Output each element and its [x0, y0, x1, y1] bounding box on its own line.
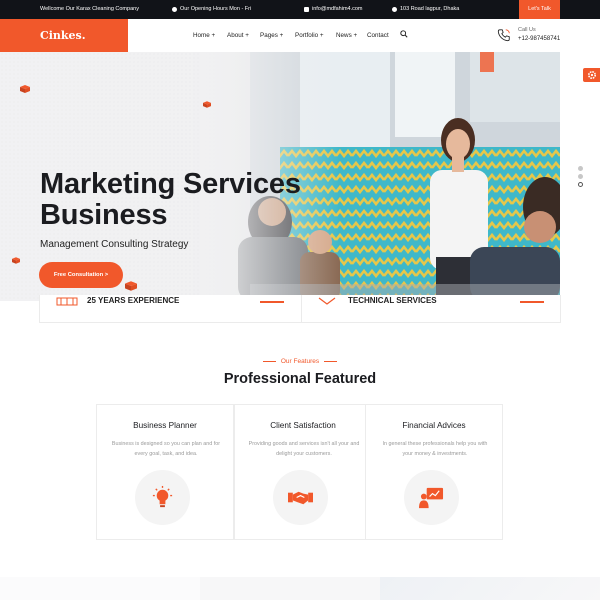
search-icon[interactable] — [400, 30, 408, 38]
free-consultation-button[interactable]: Free Consultation > — [39, 262, 123, 288]
card-text: Providing goods and services isn't all y… — [248, 441, 360, 457]
call-us[interactable]: Call Us +12-987458741 — [497, 26, 567, 46]
divider — [301, 295, 302, 323]
nav-portfolio[interactable]: Portfolio + — [295, 32, 324, 39]
header: Cinkes. Home + About + Pages + Portfolio… — [0, 19, 600, 52]
nav-about[interactable]: About + — [227, 32, 249, 39]
slider-dot[interactable] — [578, 166, 583, 171]
nav-home[interactable]: Home + — [193, 32, 215, 39]
lets-talk-button[interactable]: Let's Talk — [519, 0, 560, 19]
stats-strip: 25 YEARS EXPERIENCE TECHNICAL SERVICES — [39, 295, 561, 323]
nav-pages[interactable]: Pages + — [260, 32, 283, 39]
handshake-icon — [288, 491, 313, 505]
card-icon-circle — [404, 470, 459, 525]
feature-card-financial-advices[interactable]: Financial Advices In general these profe… — [365, 404, 503, 540]
mail-icon — [304, 6, 309, 12]
slider-dot-active[interactable] — [578, 182, 583, 187]
services-icon — [318, 297, 336, 305]
nav-news[interactable]: News + — [336, 32, 357, 39]
call-label: Call Us — [518, 27, 536, 33]
card-title: Financial Advices — [402, 421, 466, 430]
gear-icon — [588, 70, 597, 80]
slider-dot[interactable] — [578, 174, 583, 179]
cube-decoration — [20, 85, 30, 93]
hero-title: Marketing Services Business — [40, 169, 301, 231]
bottom-section-band — [0, 577, 600, 600]
bottom-band-right — [380, 577, 600, 600]
lightbulb-icon — [152, 485, 173, 508]
hero-title-line-2: Business — [40, 199, 168, 231]
hero-subtitle: Management Consulting Strategy — [40, 239, 189, 250]
bottom-band-left — [0, 577, 200, 600]
hero-banner: Marketing Services Business Management C… — [0, 52, 560, 301]
experience-icon — [56, 297, 78, 306]
logo[interactable]: Cinkes. — [0, 19, 128, 52]
card-text: Business is designed so you can plan and… — [111, 441, 221, 457]
location-icon — [392, 6, 397, 12]
features-title: Professional Featured — [223, 371, 377, 387]
top-bar: Wellcome Our Karax Cleaning Company Our … — [0, 0, 600, 19]
call-number: +12-987458741 — [518, 36, 561, 42]
nav-contact[interactable]: Contact — [367, 32, 389, 39]
cube-decoration — [125, 281, 137, 291]
welcome-text: Wellcome Our Karax Cleaning Company — [40, 6, 139, 12]
card-title: Client Satisfaction — [270, 421, 336, 430]
experience-text: 25 YEARS EXPERIENCE — [87, 296, 180, 305]
address-text: 103 Road lagpur, Dhaka — [392, 6, 459, 12]
feature-card-client-satisfaction[interactable]: Client Satisfaction Providing goods and … — [234, 404, 372, 540]
accent-bar — [520, 301, 544, 303]
cube-decoration — [203, 101, 211, 108]
feature-card-business-planner[interactable]: Business Planner Business is designed so… — [96, 404, 234, 540]
card-title: Business Planner — [133, 421, 197, 430]
opening-hours: Our Opening Hours Mon - Fri — [172, 6, 251, 12]
services-text: TECHNICAL SERVICES — [348, 296, 437, 305]
card-text: In general these professionals help you … — [382, 441, 488, 457]
clock-icon — [172, 6, 177, 12]
features-eyebrow: Our Features — [0, 358, 600, 365]
settings-toggle[interactable] — [583, 68, 600, 82]
card-icon-circle — [135, 470, 190, 525]
email-link[interactable]: info@mdfahim4.com — [304, 6, 363, 12]
card-icon-circle — [273, 470, 328, 525]
phone-icon — [497, 29, 510, 42]
hero-title-line-1: Marketing Services — [40, 168, 301, 200]
cube-decoration — [12, 257, 20, 264]
logo-text: Cinkes. — [40, 29, 86, 42]
presentation-icon — [419, 487, 444, 509]
accent-bar — [260, 301, 284, 303]
